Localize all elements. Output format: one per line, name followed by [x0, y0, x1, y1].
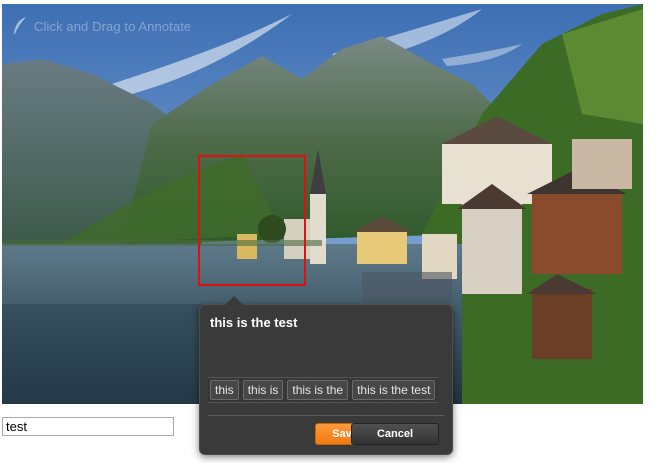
annotation-selection-box[interactable]	[198, 155, 306, 286]
text-input[interactable]	[2, 417, 174, 436]
annotate-hint-label: Click and Drag to Annotate	[34, 18, 192, 34]
tag-item[interactable]: this is the	[287, 380, 349, 400]
tag-item[interactable]: this is	[242, 380, 284, 400]
tooltip-divider	[208, 415, 444, 416]
tag-item[interactable]: this	[210, 380, 239, 400]
tag-list: this this is this is the this is the tes…	[208, 377, 438, 403]
annotation-tooltip: this is the test this this is this is th…	[199, 296, 453, 455]
tag-item[interactable]: this is the test	[352, 380, 436, 400]
annotate-hint: Click and Drag to Annotate	[12, 14, 191, 38]
tooltip-arrow	[225, 296, 243, 305]
feather-icon	[12, 16, 28, 36]
cancel-button[interactable]: Cancel	[351, 423, 439, 445]
annotation-text: this is the test	[210, 315, 298, 330]
